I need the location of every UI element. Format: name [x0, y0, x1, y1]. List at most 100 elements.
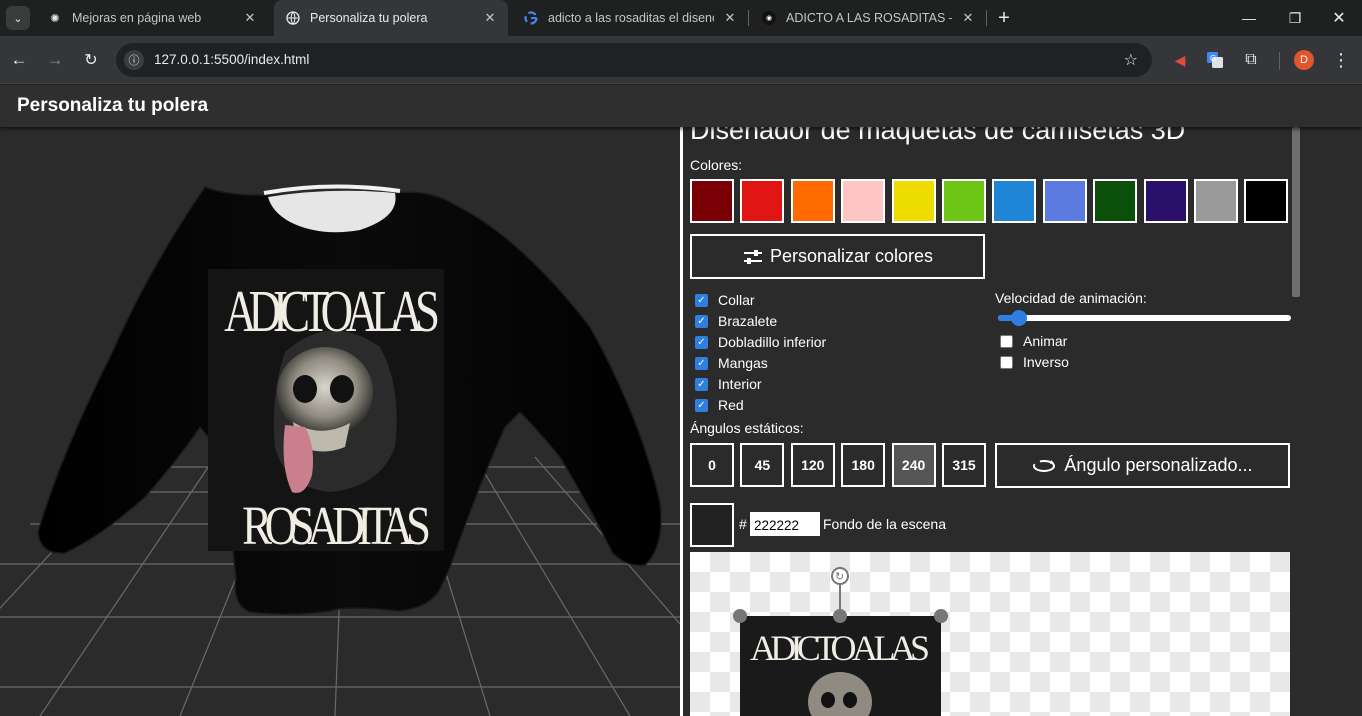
back-icon[interactable]: ← [7, 48, 31, 72]
address-bar[interactable]: ⓘ 127.0.0.1:5500/index.html ☆ [116, 43, 1152, 77]
designer-title: Diseñador de maquetas de camisetas 3D [690, 127, 1186, 145]
close-window-icon[interactable]: ✕ [1316, 0, 1362, 36]
part-checkbox-label: Interior [718, 376, 762, 392]
color-swatch[interactable] [1194, 179, 1238, 223]
part-checkbox-row[interactable]: ✓ Interior [695, 376, 762, 392]
part-checkbox-row[interactable]: ✓ Collar [695, 292, 755, 308]
reload-icon[interactable]: ↻ [79, 48, 103, 72]
animate-checkbox[interactable] [1000, 334, 1013, 348]
resize-handle-top-right[interactable] [934, 609, 948, 623]
resize-handle-top-left[interactable] [733, 609, 747, 623]
tab-search-icon[interactable]: ⌄ [6, 6, 30, 30]
site-info-icon[interactable]: ⓘ [124, 50, 144, 70]
inverse-checkbox-row[interactable]: Inverso [1000, 354, 1069, 370]
color-swatch[interactable] [942, 179, 986, 223]
close-tab-icon[interactable]: ✕ [960, 10, 976, 26]
scene-bg-color-swatch[interactable] [690, 503, 734, 547]
angle-button[interactable]: 315 [942, 443, 986, 487]
minimize-icon[interactable]: — [1226, 0, 1272, 36]
part-checkbox[interactable]: ✓ [695, 293, 708, 307]
part-checkbox-label: Mangas [718, 355, 768, 371]
close-tab-icon[interactable]: ✕ [482, 10, 498, 26]
google-icon [524, 11, 538, 25]
customize-colors-label: Personalizar colores [769, 246, 934, 266]
color-swatch[interactable] [1244, 179, 1289, 223]
tab-title: adicto a las rosaditas el diseno [548, 11, 714, 25]
color-swatch[interactable] [891, 179, 936, 223]
3d-scene: ADICTO A LAS ROSADITAS [0, 184, 680, 716]
svg-text:↻: ↻ [835, 570, 844, 583]
openai-icon: ✺ [50, 12, 60, 25]
color-swatch[interactable] [1093, 179, 1138, 223]
new-tab-icon[interactable]: + [992, 6, 1016, 30]
colors-label: Colores: [690, 157, 743, 173]
tab-mejoras[interactable]: ✺ Mejoras en página web ✕ [36, 0, 268, 36]
customize-colors-button[interactable]: Personalizar colores [690, 234, 985, 279]
svg-text:G: G [1210, 54, 1216, 63]
angle-button[interactable]: 0 [690, 443, 734, 487]
extension-speaker-icon[interactable]: ◀ [1169, 49, 1191, 71]
color-swatch[interactable] [790, 179, 835, 223]
hex-hash: # [739, 516, 747, 532]
part-checkbox-label: Red [718, 397, 744, 413]
restore-icon[interactable]: ❐ [1272, 0, 1318, 36]
part-checkbox[interactable]: ✓ [695, 335, 708, 349]
custom-angle-button[interactable]: Ángulo personalizado... [995, 443, 1290, 488]
color-swatch[interactable] [1143, 179, 1188, 223]
tab-title: Mejoras en página web [72, 11, 202, 25]
3d-viewer-canvas[interactable]: ADICTO A LAS ROSADITAS [0, 127, 680, 716]
angle-button[interactable]: 120 [790, 443, 835, 487]
custom-angle-label: Ángulo personalizado... [1064, 455, 1253, 475]
design-editor-surface: ADICTO A LAS ↻ [733, 567, 948, 716]
bookmark-star-icon[interactable]: ☆ [1124, 50, 1138, 70]
url-text: 127.0.0.1:5500/index.html [154, 52, 310, 67]
color-swatch[interactable] [1042, 179, 1087, 223]
tab-google-search[interactable]: adicto a las rosaditas el diseno ✕ [512, 0, 748, 36]
tshirt-model: ADICTO A LAS ROSADITAS [37, 184, 662, 616]
menu-kebab-icon[interactable]: ⋮ [1330, 49, 1352, 71]
close-tab-icon[interactable]: ✕ [722, 10, 738, 26]
part-checkbox[interactable]: ✓ [695, 314, 708, 328]
tab-personaliza[interactable]: Personaliza tu polera ✕ [274, 0, 508, 36]
profile-avatar[interactable]: D [1294, 50, 1314, 70]
tab-title: ADICTO A LAS ROSADITAS – Ca [786, 11, 952, 25]
color-swatch[interactable] [740, 179, 785, 223]
scene-bg-hex-input[interactable] [750, 512, 820, 536]
part-checkbox[interactable]: ✓ [695, 377, 708, 391]
browser-tab-strip: ⌄ ✺ Mejoras en página web ✕ Personaliza … [0, 0, 1362, 36]
part-checkbox-row[interactable]: ✓ Red [695, 397, 744, 413]
close-tab-icon[interactable]: ✕ [242, 10, 258, 26]
scene-bg-label: Fondo de la escena [823, 516, 946, 532]
resize-handle-top-center[interactable] [833, 609, 847, 623]
tab-separator [748, 10, 749, 26]
inverse-checkbox[interactable] [1000, 355, 1013, 369]
angle-button[interactable]: 180 [841, 443, 886, 487]
part-checkbox-label: Collar [718, 292, 755, 308]
forward-icon[interactable]: → [43, 48, 67, 72]
part-checkbox-row[interactable]: ✓ Dobladillo inferior [695, 334, 826, 350]
angle-button[interactable]: 45 [740, 443, 785, 487]
design-editor-canvas[interactable]: ADICTO A LAS ↻ [690, 552, 1290, 716]
part-checkbox-row[interactable]: ✓ Mangas [695, 355, 768, 371]
tab-adicto[interactable]: ◉ ADICTO A LAS ROSADITAS – Ca ✕ [750, 0, 986, 36]
part-checkbox[interactable]: ✓ [695, 398, 708, 412]
sliders-icon [742, 248, 764, 266]
color-swatch[interactable] [841, 179, 886, 223]
color-swatch[interactable] [992, 179, 1037, 223]
color-swatch[interactable] [690, 179, 734, 223]
animation-speed-slider[interactable] [998, 315, 1291, 321]
animate-checkbox-row[interactable]: Animar [1000, 333, 1067, 349]
shirt-print-line1: ADICTO A LAS [224, 279, 440, 344]
page-header: Personaliza tu polera [0, 85, 1362, 127]
animation-speed-thumb[interactable] [1010, 310, 1027, 326]
static-angles-label: Ángulos estáticos: [690, 420, 804, 436]
toolbar-divider [1279, 52, 1280, 70]
part-checkbox[interactable]: ✓ [695, 356, 708, 370]
translate-icon[interactable]: G [1204, 49, 1226, 71]
panel-scrollbar[interactable] [1292, 127, 1300, 297]
part-checkbox-row[interactable]: ✓ Brazalete [695, 313, 777, 329]
angle-button[interactable]: 240 [891, 443, 936, 487]
page-title: Personaliza tu polera [17, 95, 209, 116]
design-image-text: ADICTO A LAS [750, 628, 930, 668]
extensions-puzzle-icon[interactable]: ⧉ [1240, 49, 1262, 71]
